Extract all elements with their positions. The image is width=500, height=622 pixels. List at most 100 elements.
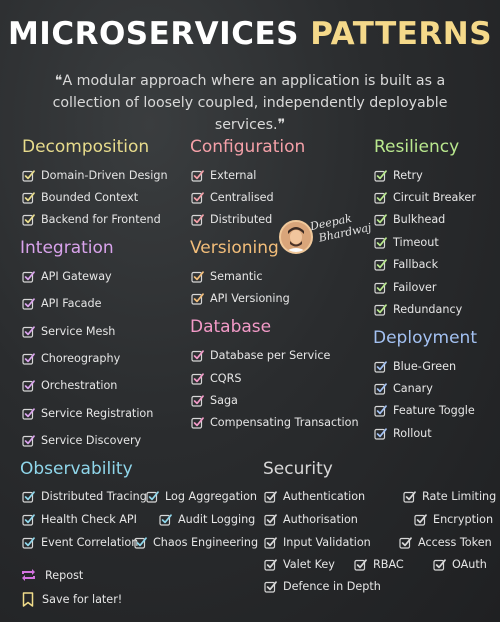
check-icon [264,580,277,593]
section-title-integration: Integration [20,238,114,258]
list-item: Service Registration [22,407,153,420]
list-item: Choreography [22,352,120,365]
list-item: Defence in Depth [264,580,381,593]
check-icon [191,292,204,305]
check-icon [22,490,35,503]
list-item: API Facade [22,297,102,310]
author-avatar [279,220,313,254]
list-item: Service Mesh [22,325,115,338]
check-icon [399,536,412,549]
list-item: Event Correlation [22,536,138,549]
check-icon [374,213,387,226]
list-item: External [191,169,256,182]
list-item: Semantic [191,270,262,283]
check-icon [374,281,387,294]
check-icon [191,169,204,182]
check-icon [22,379,35,392]
list-item: RBAC [354,558,404,571]
list-item: Distributed Tracing [22,490,147,503]
check-icon [22,213,35,226]
check-icon [191,270,204,283]
page-title: MICROSERVICES PATTERNS [0,16,500,52]
list-item: API Versioning [191,292,290,305]
list-item: Orchestration [22,379,117,392]
subtitle-quote: ❝A modular approach where an application… [52,73,448,133]
check-icon [22,191,35,204]
list-item: Timeout [374,236,439,249]
list-item: Bounded Context [22,191,138,204]
check-icon [191,416,204,429]
list-item: Database per Service [191,349,330,362]
list-item: OAuth [433,558,487,571]
check-icon [134,536,147,549]
list-item: Service Discovery [22,434,141,447]
list-item: Input Validation [264,536,371,549]
check-icon [374,169,387,182]
check-icon [22,297,35,310]
check-icon [159,513,172,526]
list-item: Rollout [374,427,432,440]
check-icon [22,325,35,338]
list-item: Canary [374,382,433,395]
check-icon [264,490,277,503]
check-icon [22,169,35,182]
check-icon [374,382,387,395]
check-icon [191,372,204,385]
section-title-configuration: Configuration [190,137,306,157]
section-title-versioning: Versioning [190,238,279,258]
list-item: Health Check API [22,513,137,526]
section-title-resiliency: Resiliency [374,137,460,157]
check-icon [191,394,204,407]
check-icon [374,404,387,417]
check-icon [374,303,387,316]
save-for-later-button[interactable]: Save for later! [22,592,122,607]
author-signature: Deepak Bhardwaj [308,211,373,245]
repost-label: Repost [45,568,84,582]
section-title-deployment: Deployment [373,328,477,348]
list-item: Authentication [264,490,365,503]
list-item: Feature Toggle [374,404,475,417]
list-item: Access Token [399,536,492,549]
list-item: API Gateway [22,270,112,283]
list-item: Distributed [191,213,272,226]
list-item: Valet Key [264,558,335,571]
avatar-portrait-icon [281,222,311,252]
list-item: Blue-Green [374,360,456,373]
check-icon [264,558,277,571]
check-icon [264,513,277,526]
check-icon [22,434,35,447]
list-item: Chaos Engineering [134,536,258,549]
list-item: CQRS [191,372,242,385]
list-item: Circuit Breaker [374,191,476,204]
list-item: Fallback [374,258,438,271]
check-icon [22,513,35,526]
check-icon [433,558,446,571]
list-item: Redundancy [374,303,462,316]
list-item: Bulkhead [374,213,445,226]
repost-icon [22,569,35,581]
check-icon [374,258,387,271]
check-icon [22,407,35,420]
check-icon [191,213,204,226]
list-item: Domain-Driven Design [22,169,168,182]
check-icon [414,513,427,526]
check-icon [264,536,277,549]
check-icon [22,352,35,365]
title-part-2: PATTERNS [310,16,493,52]
section-title-database: Database [190,317,272,337]
check-icon [374,360,387,373]
section-title-decomposition: Decomposition [22,137,150,157]
check-icon [374,427,387,440]
check-icon [374,191,387,204]
list-item: Log Aggregation [146,490,257,503]
list-item: Saga [191,394,238,407]
repost-button[interactable]: Repost [20,568,83,582]
list-item: Retry [374,169,423,182]
list-item: Audit Logging [159,513,255,526]
list-item: Authorisation [264,513,358,526]
check-icon [354,558,367,571]
check-icon [191,349,204,362]
section-title-observability: Observability [20,459,133,479]
section-title-security: Security [263,459,333,479]
list-item: Rate Limiting [403,490,496,503]
